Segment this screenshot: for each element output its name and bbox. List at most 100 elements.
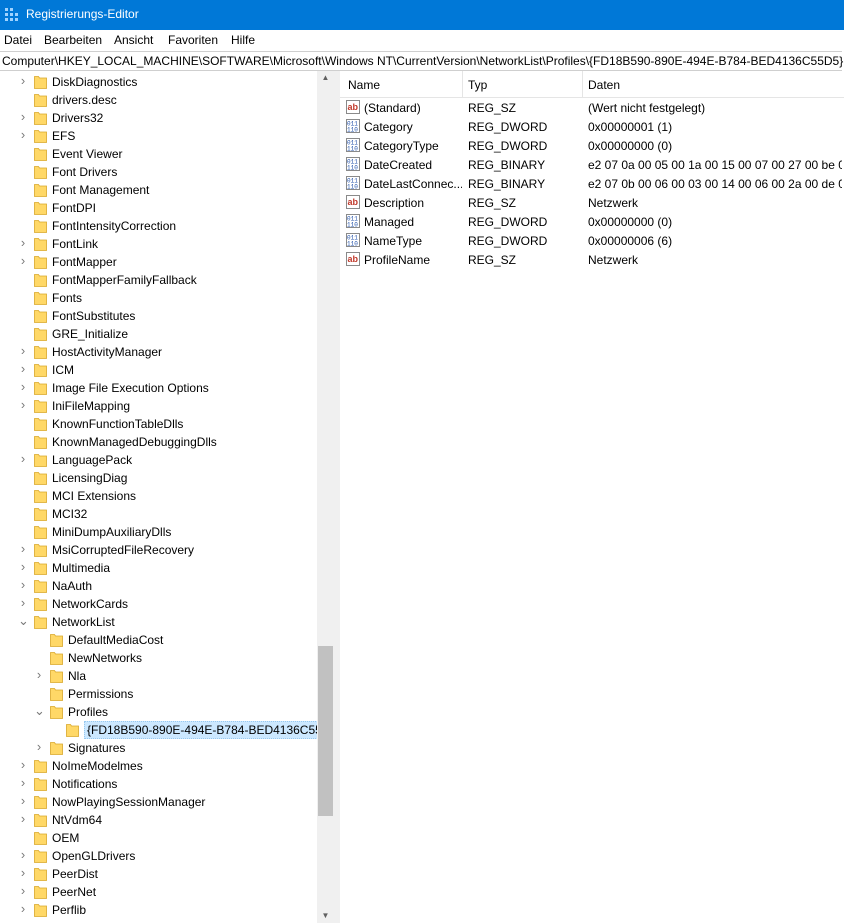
tree-node-label[interactable]: Fonts [52,291,82,305]
tree-node-label[interactable]: FontDPI [52,201,96,215]
chevron-right-icon[interactable]: › [18,128,28,141]
tree-node-label[interactable]: MsiCorruptedFileRecovery [52,543,194,557]
chevron-right-icon[interactable]: › [18,74,28,87]
tree-node-label[interactable]: Signatures [68,741,125,755]
tree-node[interactable]: Fonts [0,289,318,307]
column-type-header[interactable]: Typ [468,78,487,92]
tree-node-label[interactable]: HostActivityManager [52,345,162,359]
tree-node-label[interactable]: Event Viewer [52,147,122,161]
chevron-right-icon[interactable]: › [18,362,28,375]
value-row[interactable]: 011 110 DateLastConnec... REG_BINARY e2 07 0… [340,174,844,193]
chevron-right-icon[interactable]: › [18,560,28,573]
chevron-right-icon[interactable]: › [34,740,44,753]
tree-node[interactable]: › OpenGLDrivers [0,847,318,865]
tree-node-label[interactable]: FontMapper [52,255,117,269]
tree-node[interactable]: KnownManagedDebuggingDlls [0,433,318,451]
tree-node-label[interactable]: KnownManagedDebuggingDlls [52,435,217,449]
tree-node[interactable]: › FontLink [0,235,318,253]
tree-node-label[interactable]: PeerNet [52,885,96,899]
chevron-right-icon[interactable]: › [18,758,28,771]
tree-node-label[interactable]: NaAuth [52,579,92,593]
tree-node[interactable]: › NetworkCards [0,595,318,613]
tree-node[interactable]: › FontMapper [0,253,318,271]
tree-node-label[interactable]: Permissions [68,687,133,701]
tree-node[interactable]: › NtVdm64 [0,811,318,829]
tree-node[interactable]: OEM [0,829,318,847]
tree-node[interactable]: ⌄ NetworkList [0,613,318,631]
tree-node[interactable]: › Image File Execution Options [0,379,318,397]
tree-node-label[interactable]: Multimedia [52,561,110,575]
tree-node[interactable]: › MsiCorruptedFileRecovery [0,541,318,559]
tree-node-label[interactable]: NetworkCards [52,597,128,611]
tree-node[interactable]: drivers.desc [0,91,318,109]
scroll-down-icon[interactable]: ▼ [317,909,334,923]
tree-node[interactable]: › Multimedia [0,559,318,577]
tree-node-label[interactable]: Drivers32 [52,111,103,125]
chevron-right-icon[interactable]: › [18,236,28,249]
tree-node-label[interactable]: NowPlayingSessionManager [52,795,205,809]
tree-node-label[interactable]: {FD18B590-890E-494E-B784-BED4136C55D5} [84,721,334,739]
value-row[interactable]: ab (Standard) REG_SZ (Wert nicht festgelegt… [340,98,844,117]
tree-node-label[interactable]: LanguagePack [52,453,132,467]
tree-node[interactable]: › PeerDist [0,865,318,883]
column-data-header[interactable]: Daten [588,78,620,92]
chevron-right-icon[interactable]: › [18,398,28,411]
chevron-right-icon[interactable]: › [18,812,28,825]
tree-node[interactable]: Font Management [0,181,318,199]
tree-node[interactable]: › ICM [0,361,318,379]
tree-node[interactable]: MiniDumpAuxiliaryDlls [0,523,318,541]
menu-ansicht[interactable]: Ansicht [114,33,153,47]
values-list[interactable]: Name Typ Daten ab (Standard) REG_SZ (Wert n… [340,71,844,923]
tree-node[interactable]: › EFS [0,127,318,145]
tree-node-label[interactable]: Profiles [68,705,108,719]
chevron-right-icon[interactable]: › [18,254,28,267]
value-row[interactable]: 011 110 DateCreated REG_BINARY e2 07 0a 00 0… [340,155,844,174]
tree-node-label[interactable]: IniFileMapping [52,399,130,413]
chevron-right-icon[interactable]: › [18,596,28,609]
tree-node[interactable]: › Nla [0,667,318,685]
tree-node-label[interactable]: OpenGLDrivers [52,849,135,863]
address-bar[interactable]: Computer\HKEY_LOCAL_MACHINE\SOFTWARE\Mic… [0,51,843,71]
scroll-up-icon[interactable]: ▲ [317,71,334,85]
tree-node-label[interactable]: FontLink [52,237,98,251]
menu-favoriten[interactable]: Favoriten [168,33,218,47]
tree-node[interactable]: › NoImeModelmes [0,757,318,775]
tree-scrollbar[interactable]: ▲ ▼ [317,71,334,923]
tree-node-label[interactable]: MCI Extensions [52,489,136,503]
tree-node-label[interactable]: NetworkList [52,615,115,629]
chevron-right-icon[interactable]: › [18,542,28,555]
tree-node[interactable]: › Notifications [0,775,318,793]
tree-node-label[interactable]: drivers.desc [52,93,117,107]
chevron-down-icon[interactable]: ⌄ [18,614,29,627]
tree-node[interactable]: {FD18B590-890E-494E-B784-BED4136C55D5} [0,721,334,739]
tree-node[interactable]: › NowPlayingSessionManager [0,793,318,811]
chevron-right-icon[interactable]: › [18,794,28,807]
chevron-right-icon[interactable]: › [18,344,28,357]
tree-node[interactable]: Font Drivers [0,163,318,181]
value-row[interactable]: 011 110 NameType REG_DWORD 0x00000006 (6) [340,231,844,250]
tree-node-label[interactable]: Font Drivers [52,165,117,179]
tree-node[interactable]: FontSubstitutes [0,307,318,325]
tree-node-label[interactable]: FontSubstitutes [52,309,135,323]
chevron-right-icon[interactable]: › [18,884,28,897]
column-name-header[interactable]: Name [348,78,380,92]
value-row[interactable]: 011 110 Managed REG_DWORD 0x00000000 (0) [340,212,844,231]
chevron-right-icon[interactable]: › [18,776,28,789]
tree-node[interactable]: › LanguagePack [0,451,318,469]
tree-node-label[interactable]: Notifications [52,777,117,791]
menu-bearbeiten[interactable]: Bearbeiten [44,33,102,47]
tree-node-label[interactable]: OEM [52,831,79,845]
tree-node[interactable]: DefaultMediaCost [0,631,318,649]
chevron-right-icon[interactable]: › [18,848,28,861]
tree-node[interactable]: › DiskDiagnostics [0,73,318,91]
tree-node[interactable]: › Perflib [0,901,318,919]
tree-node-label[interactable]: DefaultMediaCost [68,633,163,647]
tree-node-label[interactable]: Font Management [52,183,149,197]
tree-node[interactable]: › HostActivityManager [0,343,318,361]
value-row[interactable]: ab ProfileName REG_SZ Netzwerk [340,250,844,269]
chevron-right-icon[interactable]: › [18,110,28,123]
chevron-right-icon[interactable]: › [18,380,28,393]
tree-node[interactable]: MCI32 [0,505,318,523]
tree-node[interactable]: KnownFunctionTableDlls [0,415,318,433]
chevron-right-icon[interactable]: › [18,578,28,591]
